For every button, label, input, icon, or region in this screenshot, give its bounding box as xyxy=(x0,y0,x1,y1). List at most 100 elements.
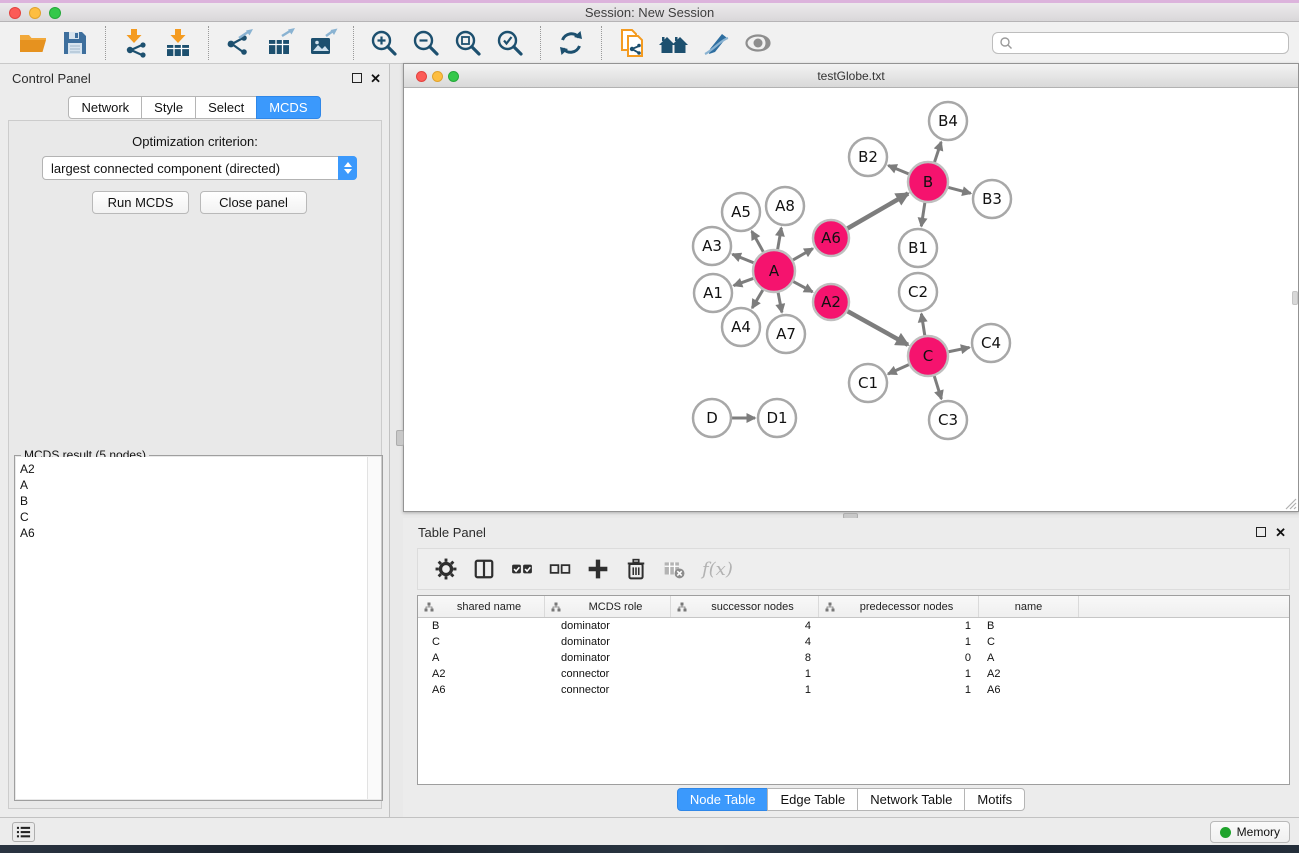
zoom-selected-button[interactable] xyxy=(493,26,527,60)
open-session-button[interactable] xyxy=(16,26,50,60)
resize-grip-icon[interactable] xyxy=(1284,497,1297,510)
table-row[interactable]: Cdominator41C xyxy=(418,634,1289,650)
result-item[interactable]: C xyxy=(16,509,367,525)
column-header-name[interactable]: name xyxy=(979,596,1079,617)
float-table-panel-icon[interactable] xyxy=(1256,527,1266,537)
show-graphics-details-button[interactable] xyxy=(741,26,775,60)
table-cell[interactable]: 1 xyxy=(819,634,979,650)
result-item[interactable]: A xyxy=(16,477,367,493)
table-cell[interactable]: A xyxy=(418,650,545,666)
table-cell[interactable]: 0 xyxy=(819,650,979,666)
delete-column-button[interactable] xyxy=(624,557,648,581)
close-panel-button[interactable]: Close panel xyxy=(200,191,307,214)
table-cell[interactable]: 4 xyxy=(671,634,819,650)
edge-A6-B[interactable] xyxy=(847,193,908,228)
table-settings-button[interactable] xyxy=(434,557,458,581)
table-row[interactable]: Bdominator41B xyxy=(418,618,1289,634)
deselect-all-button[interactable] xyxy=(548,557,572,581)
edge-B-B4[interactable] xyxy=(935,142,942,162)
zoom-in-button[interactable] xyxy=(367,26,401,60)
edge-B-B3[interactable] xyxy=(948,187,970,193)
add-column-button[interactable] xyxy=(586,557,610,581)
edge-A-A2[interactable] xyxy=(793,282,812,292)
table-row[interactable]: A2connector11A2 xyxy=(418,666,1289,682)
delete-table-button[interactable] xyxy=(662,557,686,581)
close-panel-icon[interactable]: ✕ xyxy=(370,71,381,87)
table-cell[interactable]: connector xyxy=(545,666,671,682)
column-header-successor-nodes[interactable]: successor nodes xyxy=(671,596,819,617)
table-cell[interactable]: A6 xyxy=(979,682,1079,698)
tab-network[interactable]: Network xyxy=(68,96,142,119)
zoom-out-button[interactable] xyxy=(409,26,443,60)
zoom-fit-button[interactable] xyxy=(451,26,485,60)
import-network-button[interactable] xyxy=(119,26,153,60)
edge-A-A3[interactable] xyxy=(732,254,753,263)
table-row[interactable]: A6connector11A6 xyxy=(418,682,1289,698)
result-item[interactable]: A2 xyxy=(16,461,367,477)
table-cell[interactable]: 8 xyxy=(671,650,819,666)
column-header-predecessor-nodes[interactable]: predecessor nodes xyxy=(819,596,979,617)
table-cell[interactable]: 1 xyxy=(671,682,819,698)
column-header-shared-name[interactable]: shared name xyxy=(418,596,545,617)
edge-C-C1[interactable] xyxy=(888,365,909,374)
right-scroll-thumb[interactable] xyxy=(1292,291,1298,305)
edge-C-C3[interactable] xyxy=(934,376,941,399)
tab-motifs[interactable]: Motifs xyxy=(964,788,1025,811)
edge-C-C2[interactable] xyxy=(921,314,924,336)
edge-B-B2[interactable] xyxy=(888,165,908,173)
tab-mcds[interactable]: MCDS xyxy=(256,96,320,119)
result-item[interactable]: A6 xyxy=(16,525,367,541)
show-panels-button[interactable] xyxy=(12,822,35,842)
tab-style[interactable]: Style xyxy=(141,96,196,119)
table-cell[interactable]: 1 xyxy=(819,618,979,634)
table-cell[interactable]: A xyxy=(979,650,1079,666)
search-input[interactable] xyxy=(1017,36,1282,50)
table-cell[interactable]: connector xyxy=(545,682,671,698)
select-all-button[interactable] xyxy=(510,557,534,581)
edge-A-A7[interactable] xyxy=(778,293,782,313)
float-panel-icon[interactable] xyxy=(352,73,362,83)
table-cell[interactable]: 1 xyxy=(819,682,979,698)
table-cell[interactable]: C xyxy=(979,634,1079,650)
edge-C-C4[interactable] xyxy=(949,347,970,351)
table-cell[interactable]: A2 xyxy=(979,666,1079,682)
refresh-button[interactable] xyxy=(554,26,588,60)
table-cell[interactable]: A2 xyxy=(418,666,545,682)
result-item[interactable]: B xyxy=(16,493,367,509)
export-network-button[interactable] xyxy=(222,26,256,60)
show-columns-button[interactable] xyxy=(472,557,496,581)
memory-button[interactable]: Memory xyxy=(1210,821,1290,843)
table-cell[interactable]: C xyxy=(418,634,545,650)
edge-A-A4[interactable] xyxy=(752,290,763,308)
criterion-dropdown[interactable]: largest connected component (directed) xyxy=(42,156,357,180)
function-builder-button[interactable]: f(x) xyxy=(702,559,733,580)
table-cell[interactable]: dominator xyxy=(545,618,671,634)
close-table-panel-icon[interactable]: ✕ xyxy=(1275,525,1286,541)
copy-network-button[interactable] xyxy=(615,26,649,60)
table-cell[interactable]: B xyxy=(418,618,545,634)
save-session-button[interactable] xyxy=(58,26,92,60)
home-button[interactable] xyxy=(657,26,691,60)
hide-graphics-details-button[interactable] xyxy=(699,26,733,60)
edge-A-A1[interactable] xyxy=(734,278,754,285)
run-mcds-button[interactable]: Run MCDS xyxy=(92,191,189,214)
export-table-button[interactable] xyxy=(264,26,298,60)
tab-node-table[interactable]: Node Table xyxy=(677,788,769,811)
table-cell[interactable]: 1 xyxy=(819,666,979,682)
edge-A-A8[interactable] xyxy=(778,228,782,250)
edge-A-A6[interactable] xyxy=(793,249,813,260)
result-scrollbar[interactable] xyxy=(367,457,381,799)
column-header-MCDS-role[interactable]: MCDS role xyxy=(545,596,671,617)
table-cell[interactable]: A6 xyxy=(418,682,545,698)
table-cell[interactable]: dominator xyxy=(545,634,671,650)
import-table-button[interactable] xyxy=(161,26,195,60)
tab-select[interactable]: Select xyxy=(195,96,257,119)
table-cell[interactable]: 4 xyxy=(671,618,819,634)
tab-network-table[interactable]: Network Table xyxy=(857,788,965,811)
vertical-scroll-thumb[interactable] xyxy=(396,430,404,446)
edge-A-A5[interactable] xyxy=(752,231,764,252)
edge-B-B1[interactable] xyxy=(921,203,925,226)
table-row[interactable]: Adominator80A xyxy=(418,650,1289,666)
network-canvas[interactable]: AA1A2A3A4A5A6A7A8BB1B2B3B4CC1C2C3C4DD1 xyxy=(405,89,1297,510)
tab-edge-table[interactable]: Edge Table xyxy=(767,788,858,811)
